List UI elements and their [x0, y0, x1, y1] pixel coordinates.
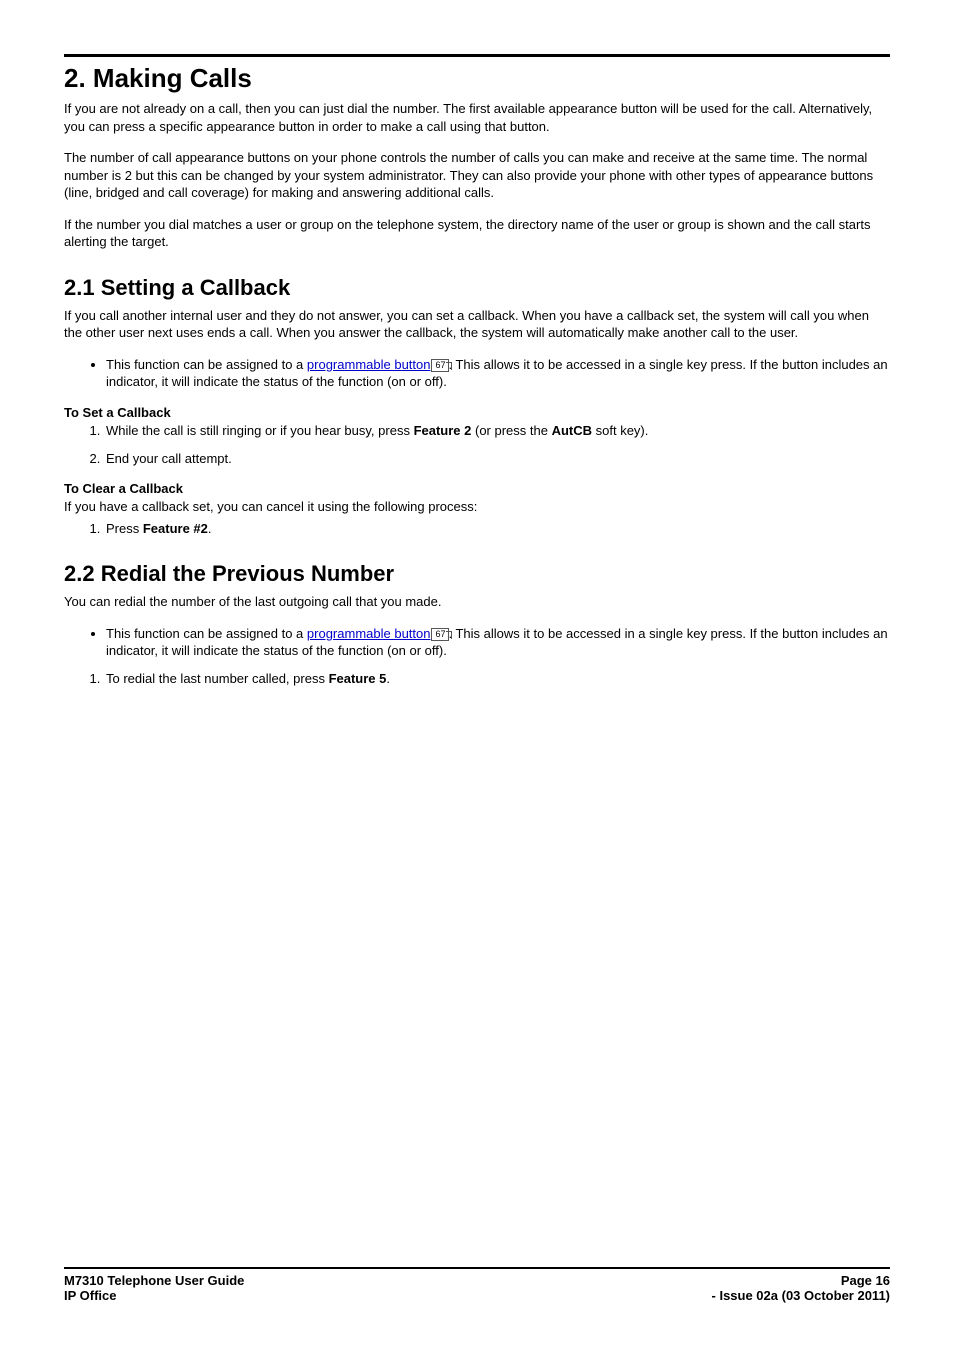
- section-2-1-heading: 2.1 Setting a Callback: [64, 275, 890, 301]
- feature-code: Feature 5: [329, 671, 387, 686]
- intro-para-1: If you are not already on a call, then y…: [64, 100, 890, 135]
- footer-issue: - Issue 02a (03 October 2011): [712, 1288, 890, 1303]
- footer-row-1: M7310 Telephone User Guide Page 16: [64, 1273, 890, 1288]
- feature-code: Feature #2: [143, 521, 208, 536]
- softkey-name: AutCB: [552, 423, 592, 438]
- to-set-step-1: While the call is still ringing or if yo…: [104, 422, 890, 440]
- section-2-1-bullets: This function can be assigned to a progr…: [64, 356, 890, 391]
- footer-rule: [64, 1267, 890, 1269]
- to-clear-callback-steps: Press Feature #2.: [64, 520, 890, 538]
- step-text: soft key).: [592, 423, 648, 438]
- section-2-2-heading: 2.2 Redial the Previous Number: [64, 561, 890, 587]
- page-ref-icon[interactable]: 67: [431, 359, 448, 372]
- step-text: .: [208, 521, 212, 536]
- programmable-button-link[interactable]: programmable button: [307, 357, 431, 372]
- step-text: While the call is still ringing or if yo…: [106, 423, 414, 438]
- section-2-2-steps: To redial the last number called, press …: [64, 670, 890, 688]
- intro-para-2: The number of call appearance buttons on…: [64, 149, 890, 202]
- bullet-text-pre: This function can be assigned to a: [106, 626, 307, 641]
- programmable-button-link[interactable]: programmable button: [307, 626, 431, 641]
- to-clear-intro: If you have a callback set, you can canc…: [64, 498, 890, 516]
- footer-doc-title: M7310 Telephone User Guide: [64, 1273, 244, 1288]
- page-footer: M7310 Telephone User Guide Page 16 IP Of…: [64, 1267, 890, 1303]
- section-2-1-intro: If you call another internal user and th…: [64, 307, 890, 342]
- step-text: Press: [106, 521, 143, 536]
- top-rule: [64, 54, 890, 57]
- section-2-2-bullets: This function can be assigned to a progr…: [64, 625, 890, 660]
- section-2-2-bullet-1: This function can be assigned to a progr…: [106, 625, 890, 660]
- page-ref-icon[interactable]: 67: [431, 628, 448, 641]
- page-content: 2. Making Calls If you are not already o…: [0, 0, 954, 687]
- feature-code: Feature 2: [414, 423, 472, 438]
- to-set-callback-heading: To Set a Callback: [64, 405, 890, 420]
- to-set-step-2: End your call attempt.: [104, 450, 890, 468]
- footer-page-number: Page 16: [841, 1273, 890, 1288]
- step-text: .: [386, 671, 390, 686]
- step-text: To redial the last number called, press: [106, 671, 329, 686]
- footer-row-2: IP Office - Issue 02a (03 October 2011): [64, 1288, 890, 1303]
- intro-para-3: If the number you dial matches a user or…: [64, 216, 890, 251]
- footer-product: IP Office: [64, 1288, 117, 1303]
- chapter-heading: 2. Making Calls: [64, 63, 890, 94]
- to-clear-step-1: Press Feature #2.: [104, 520, 890, 538]
- step-text: (or press the: [471, 423, 551, 438]
- section-2-1-bullet-1: This function can be assigned to a progr…: [106, 356, 890, 391]
- redial-step-1: To redial the last number called, press …: [104, 670, 890, 688]
- section-2-2-intro: You can redial the number of the last ou…: [64, 593, 890, 611]
- to-set-callback-steps: While the call is still ringing or if yo…: [64, 422, 890, 467]
- bullet-text-pre: This function can be assigned to a: [106, 357, 307, 372]
- to-clear-callback-heading: To Clear a Callback: [64, 481, 890, 496]
